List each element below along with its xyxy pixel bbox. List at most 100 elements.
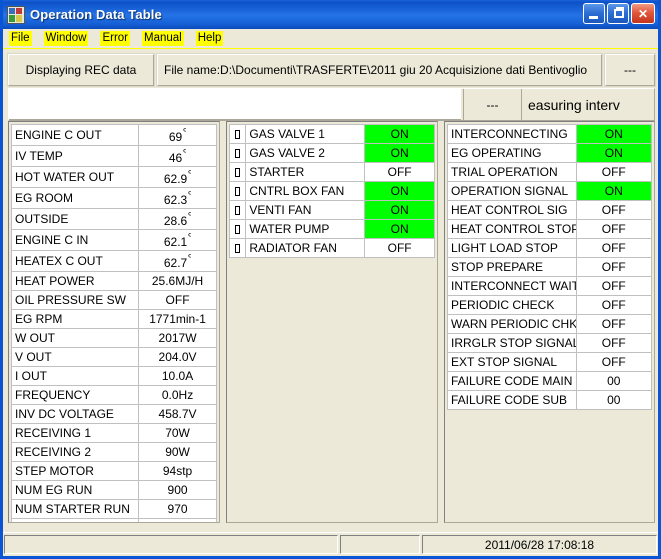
row-label: V OUT [10, 347, 140, 367]
status-badge: ON [364, 143, 435, 163]
toolbar-info-row: Displaying REC data File name:D:\Documen… [7, 53, 656, 87]
minimize-button[interactable] [583, 3, 605, 24]
row-label: EG RPM [10, 309, 140, 329]
close-button[interactable]: ✕ [631, 3, 655, 24]
status-badge: ON [364, 200, 435, 220]
row-label: IRRGLR STOP SIGNAL [447, 333, 577, 353]
table-row: HEAT CONTROL SIG OFF [447, 200, 653, 220]
row-value: 94stp [138, 461, 217, 481]
degree-celsius-icon: ℃ [187, 231, 191, 247]
table-row: PERIODIC CHECK OFF [447, 295, 653, 315]
row-label: EG ROOM [10, 187, 140, 209]
status-badge: OFF [575, 352, 653, 372]
table-row: WATER PUMP ON [228, 219, 435, 239]
row-label: PERIODIC CHECK [447, 295, 577, 315]
subbar-dash: --- [464, 89, 522, 120]
table-row: LIGHT LOAD STOP OFF [447, 238, 653, 258]
status-badge: ON [575, 124, 653, 144]
row-label: HEATEX C OUT [10, 250, 140, 272]
status-badge: OFF [575, 219, 653, 239]
row-flag-icon [228, 162, 247, 182]
status-pane-mid [340, 535, 420, 554]
status-badge: OFF [575, 200, 653, 220]
table-row: STOP PREPARE OFF [447, 257, 653, 277]
status-badge: OFF [575, 162, 653, 182]
window-controls: ✕ [583, 3, 655, 24]
row-label: WARN PERIODIC CHK [447, 314, 577, 334]
menu-item-help[interactable]: Help [195, 31, 224, 46]
display-mode-box[interactable]: Displaying REC data [7, 53, 155, 87]
status-badge: OFF [575, 238, 653, 258]
table-row: ENGINE C OUT69℃ [10, 124, 217, 146]
table-row: FAILURE CODE MAIN 00 [447, 371, 653, 391]
table-row: RADIATOR FAN OFF [228, 238, 435, 258]
table-row: W OUT 2017W [10, 328, 217, 348]
title-bar: Operation Data Table ✕ [3, 0, 658, 29]
row-label: FAILURE CODE MAIN [447, 371, 577, 391]
table-row: OUTSIDE28.6℃ [10, 208, 217, 230]
status-badge: OFF [364, 238, 435, 258]
table-row: STARTER OFF [228, 162, 435, 182]
row-value: OFF [138, 290, 217, 310]
status-bar: 2011/06/28 17:08:18 [3, 532, 658, 556]
row-value: 69℃ [138, 124, 217, 146]
row-label: TRIAL OPERATION [447, 162, 577, 182]
row-label: HEAT CONTROL SIG [447, 200, 577, 220]
row-value: 90W [138, 442, 217, 462]
row-label: NUM EG RUN [10, 480, 140, 500]
row-label: RADIATOR FAN [245, 238, 366, 258]
file-name-box[interactable]: File name:D:\Documenti\TRASFERTE\2011 gi… [156, 53, 603, 87]
table-row: I OUT 10.0A [10, 366, 217, 386]
table-row: HEAT POWER 25.6MJ/H [10, 271, 217, 291]
row-label: OUTSIDE [10, 208, 140, 230]
row-label: NUM STARTER RUN [10, 499, 140, 519]
status-badge: 00 [575, 390, 653, 410]
row-value: 204.0V [138, 347, 217, 367]
table-row: GAS VALVE 2 ON [228, 143, 435, 163]
row-label: LIGHT LOAD STOP [447, 238, 577, 258]
overlay-panel [9, 89, 461, 120]
degree-celsius-icon: ℃ [187, 168, 191, 184]
row-value: 900 [138, 480, 217, 500]
row-value: 62.7℃ [138, 250, 217, 272]
table-row: IRRGLR STOP SIGNAL OFF [447, 333, 653, 353]
table-row: NUM EG RUN 900 [10, 480, 217, 500]
row-value: 10.0A [138, 366, 217, 386]
degree-celsius-icon: ℃ [182, 147, 186, 163]
row-label: INV DC VOLTAGE [10, 404, 140, 424]
table-row: INV DC VOLTAGE 458.7V [10, 404, 217, 424]
row-label: STARTER [245, 162, 366, 182]
row-label: I OUT [10, 366, 140, 386]
engine-measurements-panel: ENGINE C OUT69℃IV TEMP46℃HOT WATER OUT62… [8, 121, 220, 523]
restore-button[interactable] [607, 3, 629, 24]
client-area: --- easuring interv Displaying REC data … [3, 49, 658, 556]
row-label: GAS VALVE 2 [245, 143, 366, 163]
row-label: RECEIVING 1 [10, 423, 140, 443]
row-label: FREQUENCY [10, 385, 140, 405]
signal-status-panel: INTERCONNECTING ON EG OPERATING ON TRIAL OPE… [444, 121, 655, 523]
status-badge: OFF [575, 295, 653, 315]
menu-item-window[interactable]: Window [43, 31, 89, 46]
status-pane-left [4, 535, 338, 554]
degree-celsius-icon: ℃ [187, 252, 191, 268]
status-badge: ON [364, 181, 435, 201]
row-value: 62.3℃ [138, 187, 217, 209]
status-badge: ON [575, 143, 653, 163]
table-row: VENTI FAN ON [228, 200, 435, 220]
application-window: Operation Data Table ✕ File Window Error… [0, 0, 661, 559]
tables-container: ENGINE C OUT69℃IV TEMP46℃HOT WATER OUT62… [8, 121, 655, 523]
menu-item-manual[interactable]: Manual [142, 31, 184, 46]
row-label: CNTRL BOX FAN [245, 181, 366, 201]
row-value: 920 [138, 518, 217, 522]
row-label: EG OPERATING [447, 143, 577, 163]
row-label: ENGINE C IN [10, 229, 140, 251]
menu-item-file[interactable]: File [9, 31, 32, 46]
row-value: 970 [138, 499, 217, 519]
table-row: EXT STOP SIGNAL OFF [447, 352, 653, 372]
row-label: HEAT CONTROL STOP [447, 219, 577, 239]
row-label: INTERCONNECT WAIT [447, 276, 577, 296]
row-value: 46℃ [138, 145, 217, 167]
row-value: 62.1℃ [138, 229, 217, 251]
menu-item-error[interactable]: Error [100, 31, 130, 46]
table-row: NUM STARTER RUN 970 [10, 499, 217, 519]
